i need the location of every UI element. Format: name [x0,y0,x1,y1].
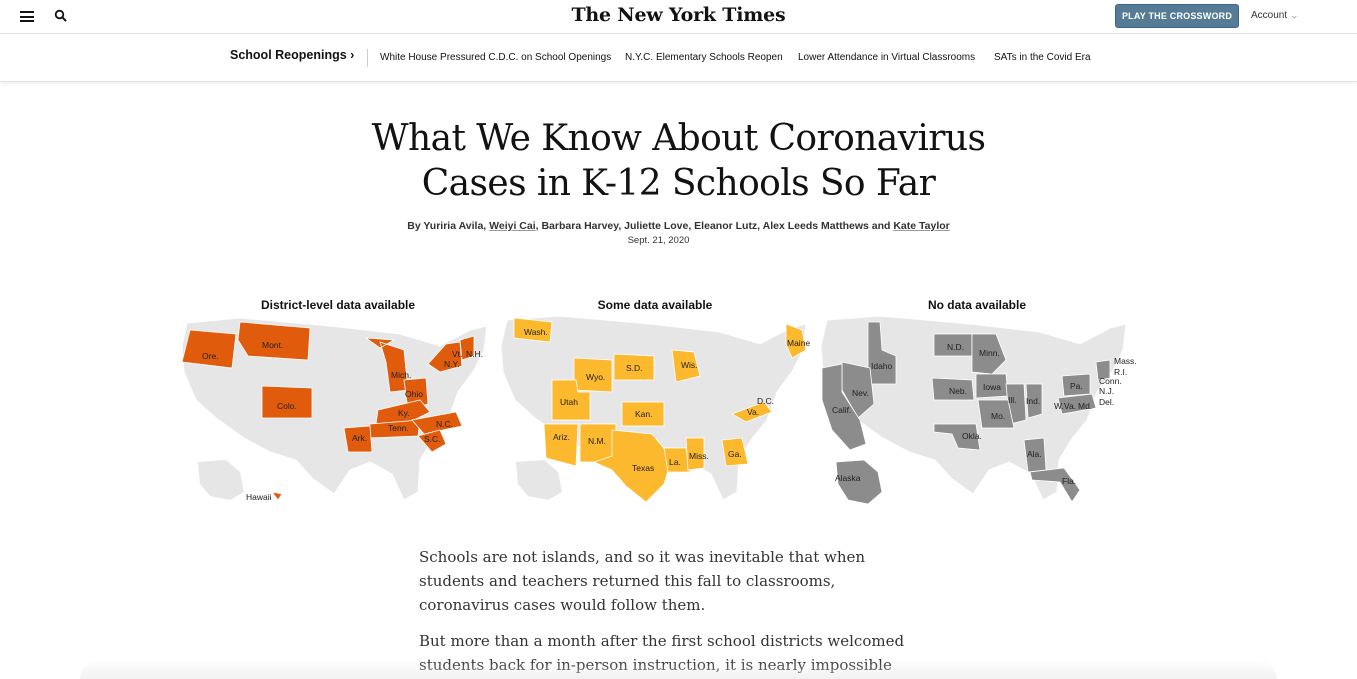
label-fla: Fla. [1062,476,1076,486]
label-la: La. [669,457,681,467]
label-nh: N.H. [466,349,483,359]
label-iowa: Iowa [983,382,1001,392]
label-ala: Ala. [1027,449,1042,459]
label-nc: N.C. [436,419,453,429]
label-hawaii: Hawaii [246,492,272,502]
label-pa: Pa. [1070,381,1083,391]
label-tenn: Tenn. [388,423,409,433]
label-sc: S.C. [424,434,441,444]
state-arizona[interactable] [543,423,579,467]
map-some-data: Wash. Wyo. S.D. Wis. Maine Utah Kan. D.C… [500,315,810,503]
label-mass: Mass. [1114,356,1137,366]
alaska-shape [198,460,244,500]
label-md: Md. [1078,401,1092,411]
label-mich: Mich. [391,370,411,380]
label-ill: Ill. [1008,395,1017,405]
label-ore: Ore. [202,351,219,361]
label-dc: D.C. [757,396,774,406]
label-sd: S.D. [626,363,643,373]
label-neb: Neb. [949,386,967,396]
label-del: Del. [1099,397,1114,407]
label-ky: Ky. [398,408,410,418]
label-nev: Nev. [852,388,869,398]
label-ind: Ind. [1026,396,1040,406]
label-ark: Ark. [352,433,367,443]
label-ariz: Ariz. [553,432,570,442]
label-colo: Colo. [277,401,297,411]
label-conn: Conn. [1099,376,1122,386]
label-mont: Mont. [262,340,283,350]
label-wash: Wash. [524,327,548,337]
label-utah: Utah [560,397,578,407]
label-va: Va. [747,407,759,417]
label-idaho: Idaho [871,361,893,371]
label-vt: Vt. [452,349,462,359]
label-ny: N.Y. [444,359,459,369]
bottom-fade-overlay [80,660,1277,679]
map-no-data: Idaho N.D. Minn. Mass. R.I. Conn. N.J. D… [820,315,1137,505]
label-wis: Wis. [681,360,698,370]
label-kan: Kan. [635,409,653,419]
label-minn: Minn. [979,348,1000,358]
label-okla: Okla. [962,431,982,441]
label-nj: N.J. [1099,386,1114,396]
label-alaska: Alaska [835,473,861,483]
label-wva: W.Va. [1054,401,1076,411]
label-ohio: Ohio [405,389,423,399]
label-texas: Texas [632,463,654,473]
label-nd: N.D. [947,342,964,352]
label-nm: N.M. [588,436,606,446]
article-paragraph-1: Schools are not islands, and so it was i… [419,548,866,614]
label-maine: Maine [787,338,810,348]
label-wyo: Wyo. [586,372,605,382]
state-hawaii[interactable] [271,491,283,501]
state-oregon[interactable] [181,329,237,369]
alaska-shape [516,460,562,500]
map-district-level: Ore. Mont. Colo. Mich. Ohio Ky. Tenn. Ar… [181,317,488,502]
label-ga: Ga. [728,449,742,459]
label-miss: Miss. [689,451,709,461]
label-mo: Mo. [991,411,1005,421]
label-calif: Calif. [832,405,851,415]
